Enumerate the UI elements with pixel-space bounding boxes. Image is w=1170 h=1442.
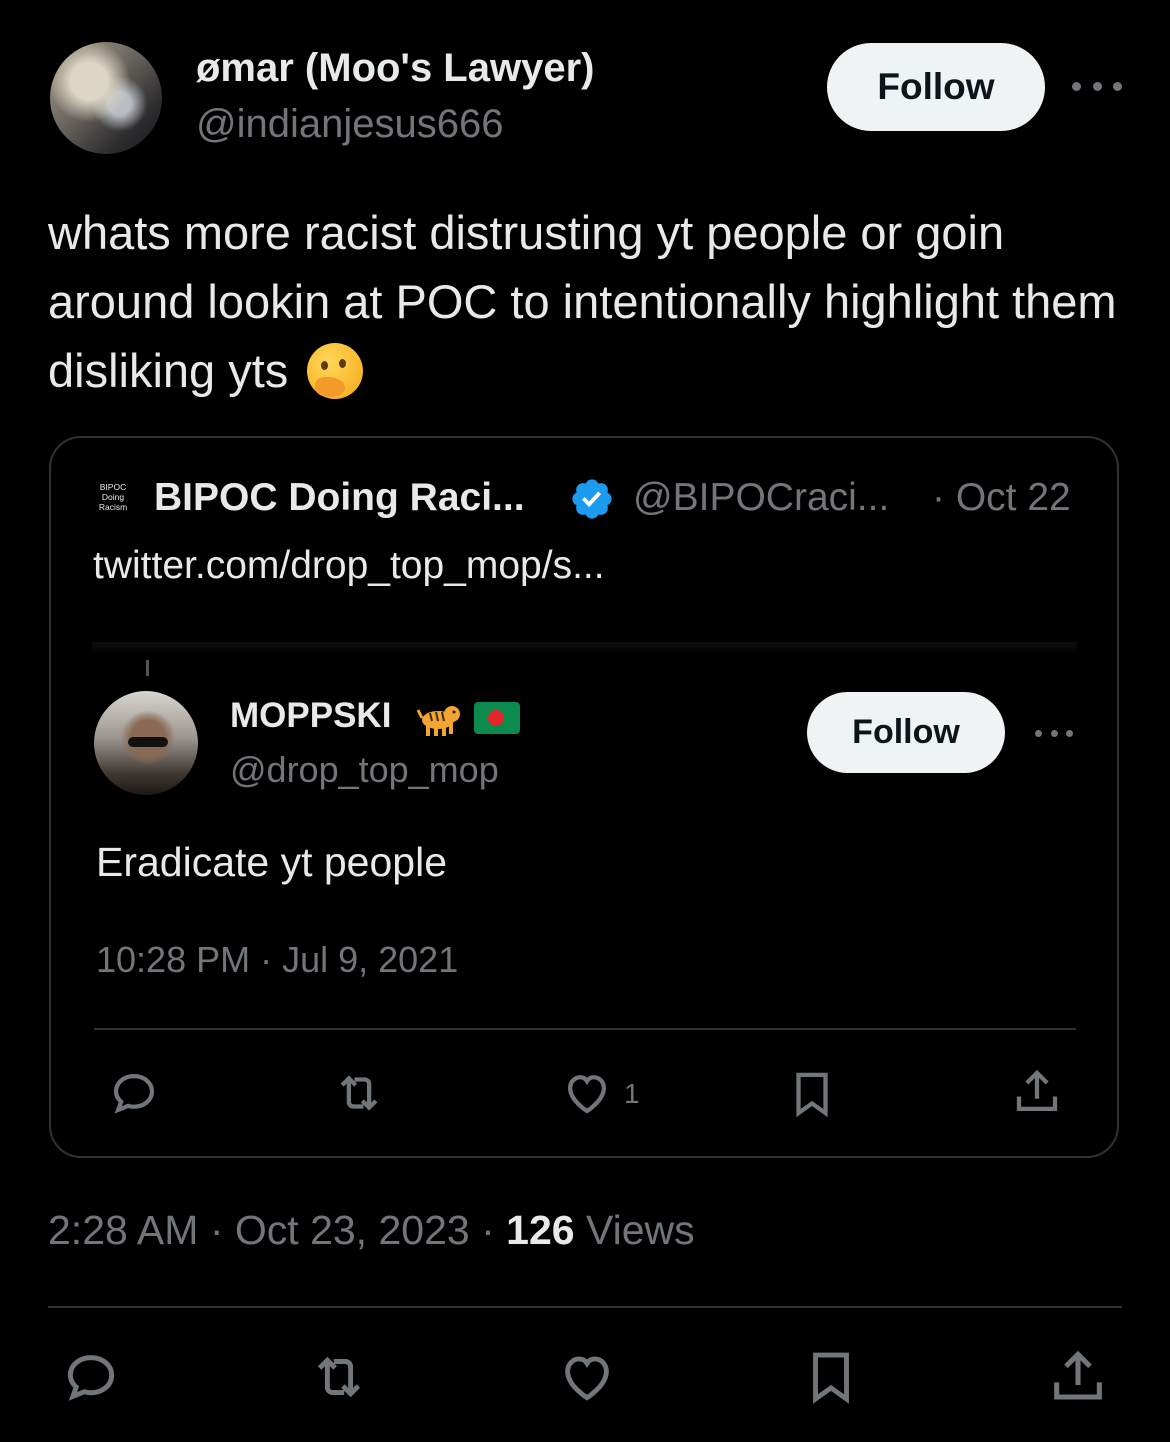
embedded-share-icon — [1016, 1069, 1058, 1112]
more-options-icon[interactable] — [1072, 64, 1122, 108]
logo-line-3: Racism — [98, 502, 128, 512]
bangladesh-flag-icon — [474, 702, 520, 734]
bookmark-icon[interactable] — [800, 1344, 862, 1410]
embedded-retweet-icon — [340, 1075, 378, 1111]
tweet-time[interactable]: 2:28 AM — [48, 1207, 198, 1253]
tweet-text: whats more racist distrusting yt people … — [48, 198, 1128, 405]
views-label[interactable]: Views — [586, 1207, 695, 1253]
quoted-date[interactable]: · Oct 22 — [932, 476, 1071, 520]
embedded-like-count: 1 — [624, 1078, 640, 1109]
views-count[interactable]: 126 — [506, 1207, 574, 1253]
logo-line-2: Doing — [101, 492, 125, 502]
embedded-bookmark-icon — [796, 1072, 828, 1118]
tweet-meta: 2:28 AM · Oct 23, 2023 · 126 Views — [48, 1207, 695, 1254]
retweet-icon[interactable] — [306, 1346, 372, 1408]
embedded-more-icon — [1035, 724, 1073, 742]
author-avatar[interactable] — [50, 42, 162, 154]
embedded-reply-icon — [113, 1073, 155, 1114]
embedded-author-avatar — [94, 691, 198, 795]
embedded-author-handle: @drop_top_mop — [230, 749, 499, 790]
follow-button[interactable]: Follow — [827, 43, 1045, 131]
embedded-follow-button: Follow — [807, 692, 1005, 773]
embedded-divider — [94, 1028, 1076, 1030]
quoted-link[interactable]: twitter.com/drop_top_mop/s... — [93, 544, 605, 588]
thread-line — [146, 660, 149, 676]
like-icon[interactable] — [556, 1346, 618, 1408]
author-handle[interactable]: @indianjesus666 — [196, 102, 503, 147]
meta-separator: · — [209, 1207, 224, 1253]
embedded-tweet-text: Eradicate yt people — [96, 839, 448, 885]
embedded-author-name: MOPPSKI — [230, 696, 392, 735]
quoted-author-name[interactable]: BIPOC Doing Raci... — [154, 476, 525, 520]
meta-separator-2: · — [481, 1207, 495, 1253]
embedded-timestamp: 10:28 PM · Jul 9, 2021 — [96, 939, 459, 980]
verified-badge-icon — [572, 479, 612, 519]
share-icon[interactable] — [1046, 1344, 1110, 1410]
thinking-face-emoji-icon — [307, 343, 364, 399]
author-name[interactable]: ømar (Moo's Lawyer) — [196, 46, 594, 91]
tweet-body: whats more racist distrusting yt people … — [48, 206, 1117, 397]
logo-line-1: BIPOC — [99, 482, 127, 492]
tweet-date[interactable]: Oct 23, 2023 — [235, 1207, 470, 1253]
main-divider — [48, 1306, 1122, 1308]
screenshot-top-edge — [92, 642, 1077, 654]
tiger-emoji-icon — [416, 706, 460, 736]
embedded-like-icon — [567, 1075, 607, 1114]
reply-icon[interactable] — [60, 1346, 122, 1408]
quoted-author-handle[interactable]: @BIPOCraci... — [633, 476, 889, 520]
quoted-author-logo[interactable]: BIPOC Doing Racism — [92, 482, 134, 520]
